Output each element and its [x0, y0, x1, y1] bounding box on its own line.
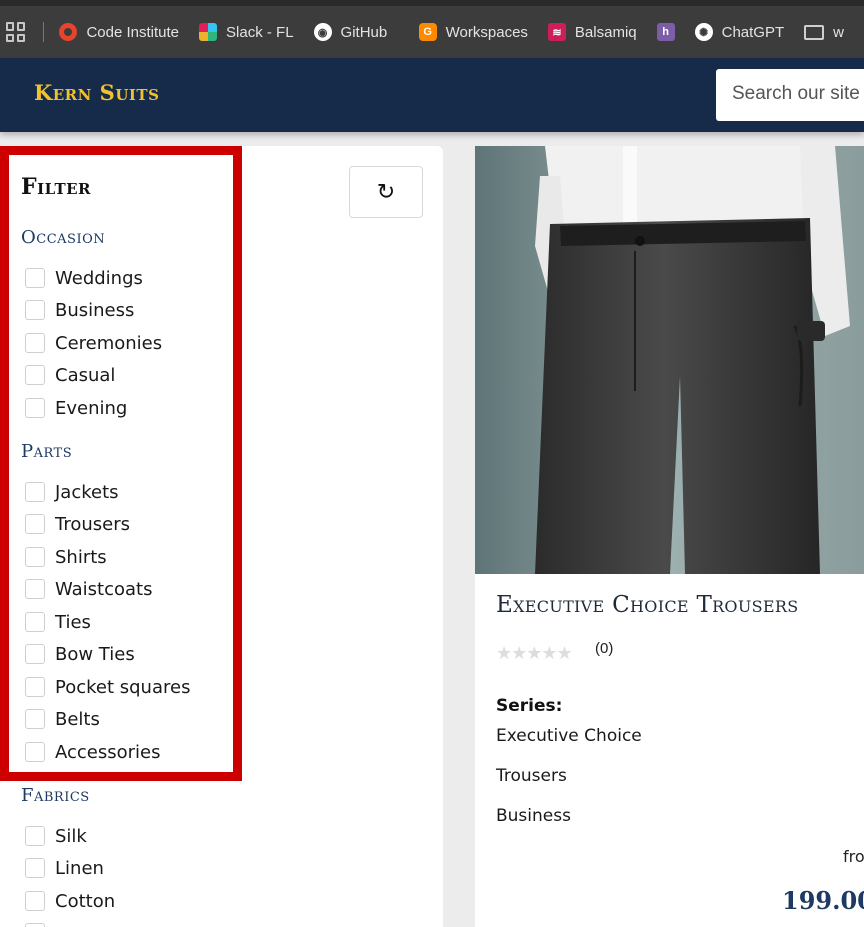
- option-label: Evening: [55, 397, 128, 419]
- checkbox[interactable]: [25, 891, 45, 911]
- bookmark-label: w: [833, 23, 844, 41]
- site-logo[interactable]: Kern Suits: [34, 80, 159, 105]
- series-label: Series:: [496, 696, 563, 716]
- checkbox[interactable]: [25, 579, 45, 599]
- filter-option-linen[interactable]: Linen: [25, 856, 104, 880]
- option-label: Linen: [55, 857, 104, 879]
- checkbox[interactable]: [25, 644, 45, 664]
- bookmark-label: ChatGPT: [721, 23, 785, 41]
- github-icon: ◉: [313, 23, 332, 41]
- checkbox[interactable]: [25, 268, 45, 288]
- filter-title: Filter: [21, 174, 92, 200]
- filter-option-accessories[interactable]: Accessories: [25, 740, 161, 764]
- trousers-photo: [475, 146, 864, 574]
- filter-option-pocket-squares[interactable]: Pocket squares: [25, 675, 190, 699]
- bookmark-folder[interactable]: w: [804, 24, 844, 41]
- option-label: Jackets: [55, 481, 119, 503]
- filter-group-occasion-title: Occasion: [21, 227, 106, 248]
- code-institute-icon: [59, 23, 78, 41]
- checkbox[interactable]: [25, 333, 45, 353]
- filter-option-cotton[interactable]: Cotton: [25, 889, 115, 913]
- bookmark-label: Slack - FL: [226, 23, 294, 41]
- filter-option-shirts[interactable]: Shirts: [25, 545, 107, 569]
- filter-option-casual[interactable]: Casual: [25, 363, 115, 387]
- option-label: Waistcoats: [55, 578, 153, 600]
- checkbox[interactable]: [25, 514, 45, 534]
- product-image[interactable]: [475, 146, 864, 574]
- slack-icon: [199, 23, 218, 41]
- bookmarks-bar: Code Institute Slack - FL ◉ GitHub G Wor…: [0, 0, 864, 58]
- option-label: Business: [55, 299, 135, 321]
- filter-option-ceremonies[interactable]: Ceremonies: [25, 331, 162, 355]
- filter-option-trousers[interactable]: Trousers: [25, 512, 130, 536]
- filter-option-partial[interactable]: [25, 921, 55, 927]
- product-series[interactable]: Executive Choice: [496, 726, 642, 746]
- filter-panel: [0, 146, 443, 927]
- filter-option-silk[interactable]: Silk: [25, 824, 87, 848]
- checkbox[interactable]: [25, 677, 45, 697]
- product-occasion[interactable]: Business: [496, 806, 571, 826]
- apps-grid-icon[interactable]: [6, 22, 25, 42]
- price-from-label: fro: [843, 847, 864, 866]
- bookmark-label: GitHub: [340, 23, 388, 41]
- checkbox[interactable]: [25, 398, 45, 418]
- search-input[interactable]: Search our site: [716, 69, 864, 121]
- bookmark-chatgpt[interactable]: ✺ ChatGPT: [694, 23, 785, 41]
- gitpod-icon: G: [418, 23, 437, 41]
- product-name[interactable]: Executive Choice Trousers: [496, 592, 798, 618]
- checkbox[interactable]: [25, 300, 45, 320]
- option-label: Casual: [55, 364, 116, 386]
- option-label: Cotton: [55, 890, 116, 912]
- bookmark-label: Balsamiq: [574, 23, 637, 41]
- option-label: Pocket squares: [55, 676, 191, 698]
- folder-icon: [804, 24, 825, 40]
- bookmark-label: Code Institute: [86, 23, 180, 41]
- reset-icon: ↻: [376, 179, 396, 205]
- filter-option-ties[interactable]: Ties: [25, 610, 91, 634]
- checkbox[interactable]: [25, 858, 45, 878]
- bookmark-label: Workspaces: [445, 23, 528, 41]
- option-label: Silk: [55, 825, 87, 847]
- checkbox[interactable]: [25, 709, 45, 729]
- option-label: Weddings: [55, 267, 143, 289]
- bookmark-heroku[interactable]: h: [656, 23, 675, 41]
- checkbox[interactable]: [25, 826, 45, 846]
- option-label: Ceremonies: [55, 332, 163, 354]
- checkbox[interactable]: [25, 612, 45, 632]
- filter-group-parts-title: Parts: [21, 441, 73, 462]
- option-label: Bow Ties: [55, 643, 135, 665]
- reset-filters-button[interactable]: ↻: [349, 166, 423, 218]
- rating-count: (0): [595, 640, 614, 657]
- filter-option-evening[interactable]: Evening: [25, 396, 127, 420]
- filter-option-jackets[interactable]: Jackets: [25, 480, 119, 504]
- option-label: Trousers: [55, 513, 131, 535]
- filter-option-business[interactable]: Business: [25, 298, 134, 322]
- product-price: 199.00: [782, 886, 864, 915]
- filter-group-fabrics-title: Fabrics: [21, 785, 90, 806]
- option-label: Ties: [55, 611, 91, 633]
- product-category[interactable]: Trousers: [496, 766, 567, 786]
- checkbox[interactable]: [25, 547, 45, 567]
- checkbox[interactable]: [25, 482, 45, 502]
- filter-option-bow-ties[interactable]: Bow Ties: [25, 642, 135, 666]
- option-label: Belts: [55, 708, 100, 730]
- bookmark-balsamiq[interactable]: ≋ Balsamiq: [547, 23, 637, 41]
- option-label: Accessories: [55, 741, 161, 763]
- filter-option-belts[interactable]: Belts: [25, 707, 100, 731]
- checkbox[interactable]: [25, 742, 45, 762]
- bookmark-slack[interactable]: Slack - FL: [199, 23, 294, 41]
- checkbox[interactable]: [25, 365, 45, 385]
- rating-stars: ★★★★★: [496, 643, 573, 664]
- checkbox[interactable]: [25, 923, 45, 927]
- chatgpt-icon: ✺: [694, 23, 713, 41]
- heroku-icon: h: [656, 23, 675, 41]
- bookmark-workspaces[interactable]: G Workspaces: [418, 23, 528, 41]
- bookmark-github[interactable]: ◉ GitHub: [313, 23, 388, 41]
- balsamiq-icon: ≋: [547, 23, 566, 41]
- bookmark-code-institute[interactable]: Code Institute: [59, 23, 179, 41]
- option-label: Shirts: [55, 546, 107, 568]
- site-header: Kern Suits Search our site: [0, 58, 864, 132]
- filter-option-waistcoats[interactable]: Waistcoats: [25, 577, 153, 601]
- filter-option-weddings[interactable]: Weddings: [25, 266, 143, 290]
